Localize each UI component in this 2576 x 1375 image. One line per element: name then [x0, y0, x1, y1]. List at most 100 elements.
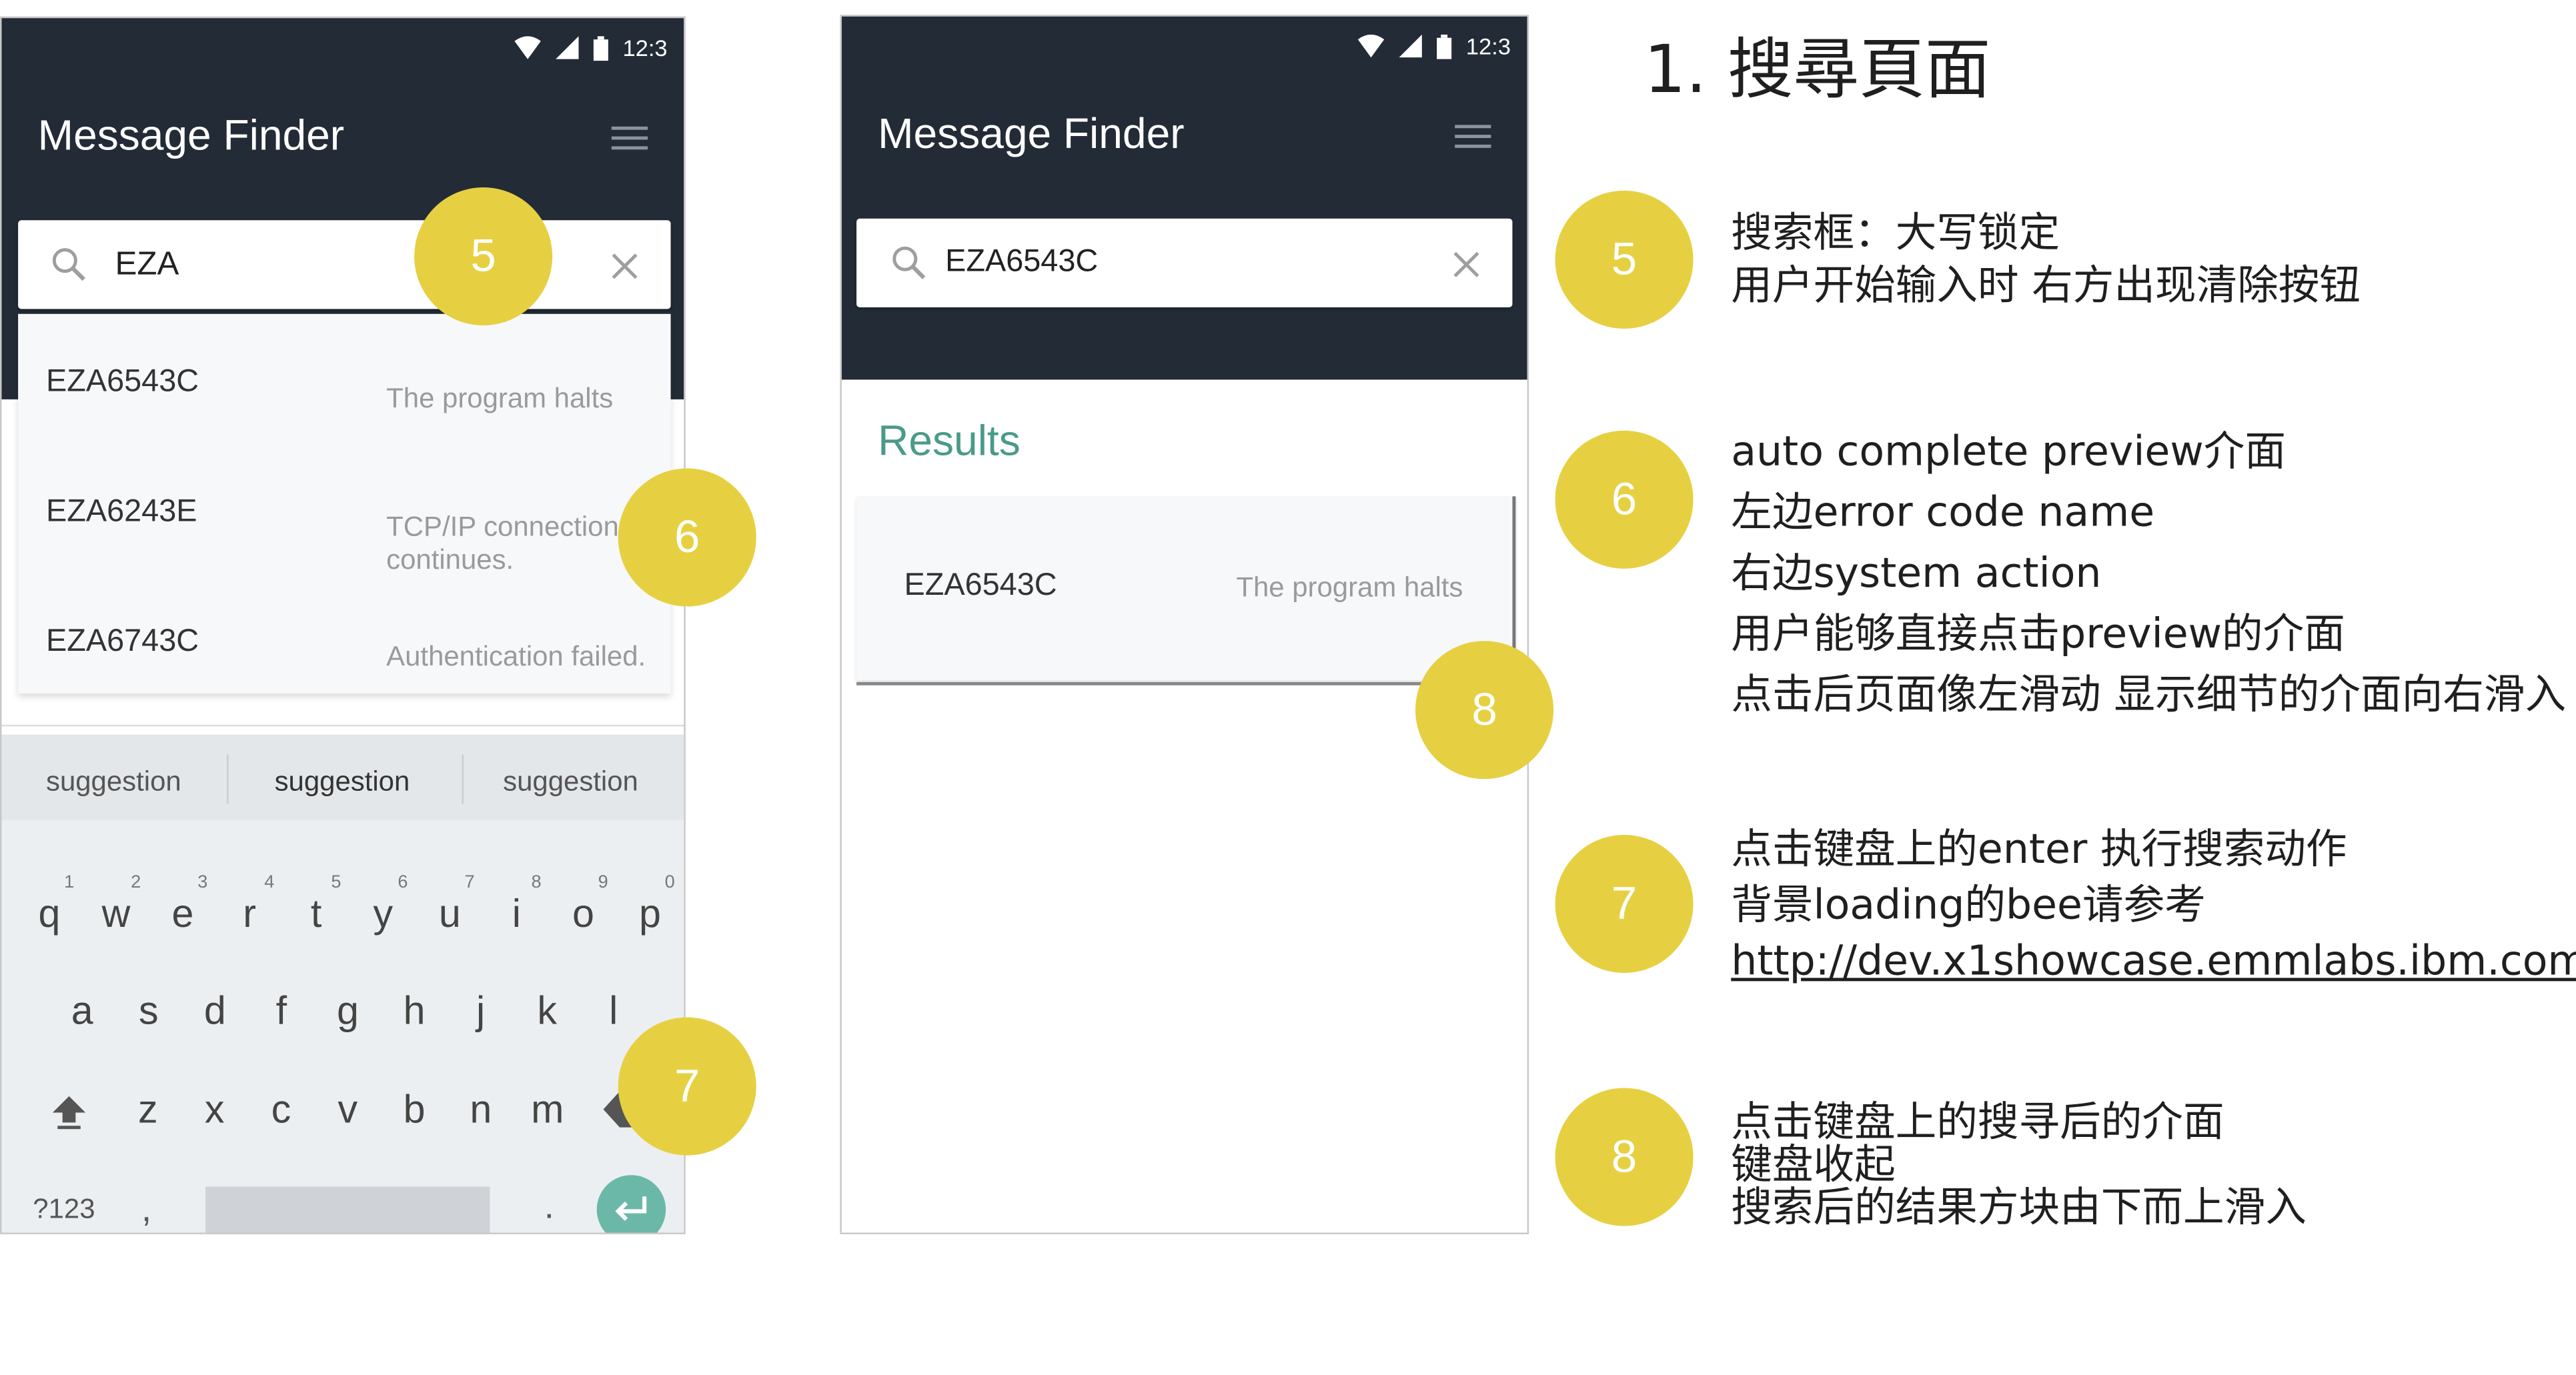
key-i[interactable]: i	[492, 892, 541, 938]
search-input[interactable]: EZA6543C	[945, 245, 1098, 281]
note-badge-8: 8	[1555, 1088, 1694, 1226]
key-b[interactable]: b	[390, 1088, 439, 1134]
key-u[interactable]: u	[425, 892, 474, 938]
key-k[interactable]: k	[522, 990, 572, 1036]
search-input[interactable]: EZA	[115, 247, 179, 285]
search-icon	[892, 246, 926, 279]
note-line: 用户开始输入时 右方出现清除按钮	[1731, 261, 2361, 309]
result-card[interactable]: EZA6543C The program halts	[856, 496, 1516, 681]
shift-icon[interactable]	[49, 1091, 89, 1130]
note-line: 键盘收起	[1731, 1140, 1896, 1188]
note-8: 点击键盘上的搜寻后的介面 键盘收起 搜索后的结果方块由下而上滑入	[1731, 1100, 2307, 1231]
key-number-hint: 4	[264, 872, 275, 893]
note-line: 点击后页面像左滑动 显示细节的介面向右滑入	[1731, 670, 2567, 719]
badge-6: 6	[618, 468, 756, 607]
key-h[interactable]: h	[390, 990, 439, 1036]
space-bar[interactable]	[205, 1186, 490, 1233]
battery-icon	[593, 35, 608, 60]
notes-heading: 1. 搜尋頁面	[1644, 33, 1991, 109]
search-box[interactable]: EZA6543C	[856, 218, 1513, 307]
key-x[interactable]: x	[190, 1088, 239, 1134]
suggestion-divider	[227, 754, 229, 804]
app-bar: 12:3 Message Finder	[841, 16, 1527, 380]
key-t[interactable]: t	[291, 892, 341, 938]
note-badge-6: 6	[1555, 430, 1694, 569]
reference-link[interactable]: http://dev.x1showcase.emmlabs.ibm.com/#/…	[1731, 934, 2576, 990]
suggestion-item[interactable]: suggestion	[46, 766, 181, 799]
status-time: 12:3	[622, 34, 668, 61]
key-m[interactable]: m	[523, 1088, 572, 1134]
note-line: 左边error code name	[1731, 487, 2155, 536]
hamburger-menu-icon[interactable]	[1455, 125, 1491, 148]
symbols-key[interactable]: ?123	[33, 1193, 95, 1226]
note-line: 用户能够直接点击preview的介面	[1731, 609, 2345, 657]
key-y[interactable]: y	[358, 892, 408, 938]
system-action: Authentication failed.	[386, 641, 646, 673]
key-v[interactable]: v	[323, 1088, 372, 1134]
note-6: auto complete preview介面 左边error code nam…	[1731, 421, 2566, 725]
key-w[interactable]: w	[91, 892, 141, 938]
key-f[interactable]: f	[257, 990, 306, 1036]
key-g[interactable]: g	[324, 990, 373, 1036]
note-line: 搜索框：大写锁定	[1731, 209, 2060, 257]
note-line: 搜索后的结果方块由下而上滑入	[1731, 1183, 2307, 1231]
suggestion-divider	[462, 754, 464, 804]
key-n[interactable]: n	[456, 1088, 506, 1134]
key-l[interactable]: l	[589, 990, 638, 1036]
wifi-icon	[1357, 34, 1384, 58]
autocomplete-item[interactable]: EZA6243E TCP/IP connection continues.	[18, 441, 670, 575]
key-number-hint: 2	[131, 872, 141, 893]
clear-search-icon[interactable]	[610, 251, 639, 281]
key-a[interactable]: a	[57, 990, 107, 1036]
comma-key[interactable]: ,	[141, 1188, 151, 1231]
signal-icon	[1398, 34, 1422, 58]
key-o[interactable]: o	[558, 892, 608, 938]
badge-8: 8	[1415, 641, 1554, 780]
note-5: 搜索框：大写锁定 用户开始输入时 右方出现清除按钮	[1731, 207, 2361, 313]
key-r[interactable]: r	[225, 892, 274, 938]
autocomplete-item[interactable]: EZA6543C The program halts	[18, 314, 670, 441]
key-number-hint: 6	[398, 872, 408, 893]
key-s[interactable]: s	[124, 990, 173, 1036]
enter-icon	[615, 1196, 647, 1221]
error-code: EZA6743C	[46, 624, 199, 659]
status-time: 12:3	[1465, 33, 1511, 59]
key-e[interactable]: e	[158, 892, 207, 938]
clear-search-icon[interactable]	[1451, 250, 1481, 279]
hamburger-menu-icon[interactable]	[611, 126, 648, 150]
search-box[interactable]: EZA	[18, 220, 671, 309]
annotated-mockup-canvas: 12:3 Message Finder EZA EZA6543C The pro…	[0, 0, 2576, 1354]
error-code: EZA6543C	[46, 365, 199, 399]
status-bar: 12:3	[514, 35, 668, 61]
app-title: Message Finder	[878, 108, 1185, 158]
error-code: EZA6543C	[904, 568, 1057, 603]
wifi-icon	[514, 36, 541, 59]
period-key[interactable]: .	[544, 1185, 554, 1228]
key-number-hint: 7	[464, 872, 475, 893]
error-code: EZA6243E	[46, 494, 197, 529]
badge-7: 7	[618, 1017, 756, 1156]
suggestion-item[interactable]: suggestion	[275, 766, 410, 799]
note-line: auto complete preview介面	[1731, 427, 2286, 475]
enter-key[interactable]	[596, 1175, 666, 1233]
badge-5: 5	[414, 187, 553, 325]
key-j[interactable]: j	[456, 990, 506, 1036]
system-action: The program halts	[1236, 571, 1463, 603]
key-p[interactable]: p	[626, 892, 675, 938]
suggestion-item[interactable]: suggestion	[503, 766, 638, 799]
autocomplete-dropdown: EZA6543C The program halts EZA6243E TCP/…	[18, 313, 671, 694]
key-number-hint: 8	[531, 872, 542, 893]
system-action: The program halts	[386, 383, 614, 415]
key-d[interactable]: d	[190, 990, 239, 1036]
key-number-hint: 0	[664, 872, 675, 893]
list-divider	[1, 724, 684, 727]
note-7: 点击键盘上的enter 执行搜索动作 背景loading的bee请参考 http…	[1731, 822, 2576, 989]
status-bar: 12:3	[1357, 33, 1511, 59]
key-q[interactable]: q	[25, 892, 74, 938]
autocomplete-item[interactable]: EZA6743C Authentication failed.	[18, 567, 670, 694]
note-badge-5: 5	[1555, 190, 1694, 329]
keyboard: suggestion suggestion suggestion q1w2e3r…	[1, 734, 684, 1233]
key-z[interactable]: z	[123, 1088, 173, 1134]
key-c[interactable]: c	[256, 1088, 305, 1134]
results-heading: Results	[878, 415, 1021, 465]
